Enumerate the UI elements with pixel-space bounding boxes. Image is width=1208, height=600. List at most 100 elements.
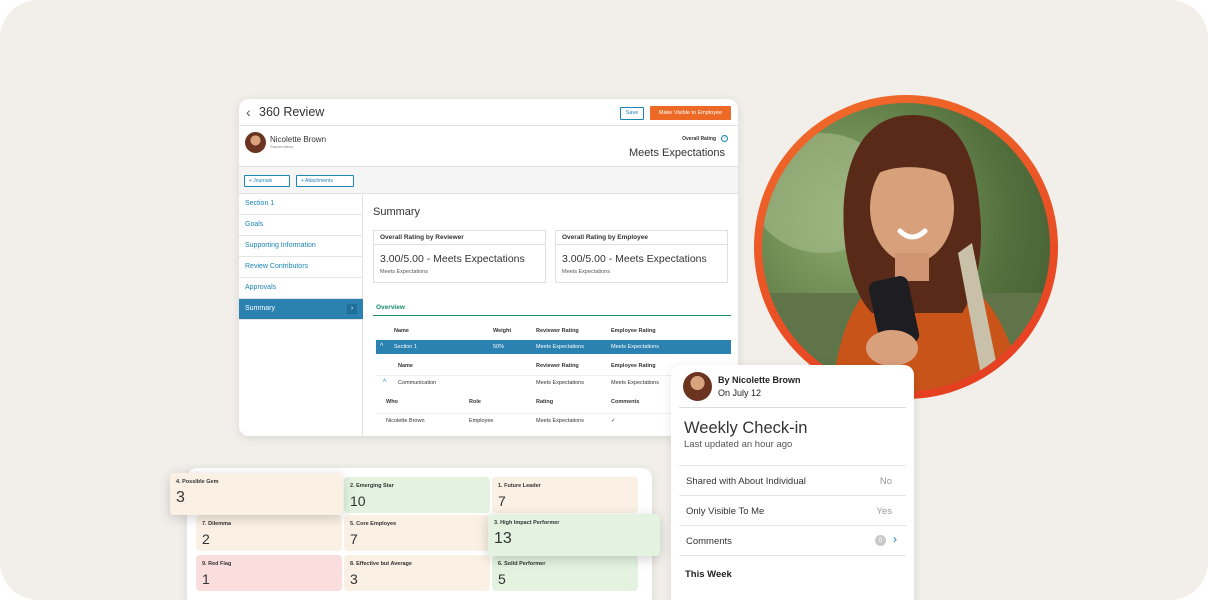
table-row[interactable]: ^ Section 1 50% Meets Expectations Meets… <box>376 340 731 354</box>
column-header: Role <box>469 399 481 405</box>
person-photo <box>762 103 1050 391</box>
cell: Nicolette Brown <box>386 418 425 424</box>
cell-title: 1. Future Leader <box>498 483 541 489</box>
review-toolbar: + Journals + Attachments <box>239 167 738 194</box>
sidebar-item-label: Summary <box>245 305 275 312</box>
collapse-icon[interactable]: ^ <box>380 340 383 354</box>
overall-rating-value: Meets Expectations <box>629 147 725 159</box>
make-visible-button[interactable]: Make Visible to Employee <box>650 106 731 120</box>
review-header: ‹ 360 Review Save Make Visible to Employ… <box>239 99 738 126</box>
comments-row[interactable]: Comments 0 › <box>679 525 906 556</box>
column-header: Reviewer Rating <box>536 328 579 334</box>
last-updated: Last updated an hour ago <box>684 439 793 450</box>
cell-count: 5 <box>498 571 506 587</box>
save-button[interactable]: Save <box>620 107 644 120</box>
cell-title: 3. High Impact Performer <box>494 520 560 526</box>
photo-ring <box>754 95 1058 399</box>
grid-cell-red-flag[interactable]: 9. Red Flag 1 <box>196 555 342 591</box>
checkin-card: By Nicolette Brown On July 12 Weekly Che… <box>671 365 914 600</box>
grid-cell-core-employee[interactable]: 5. Core Employee 7 <box>344 515 490 551</box>
box-value: 3.00/5.00 - Meets Expectations <box>380 253 525 265</box>
page-title: 360 Review <box>259 105 325 119</box>
cell-count: 13 <box>494 530 512 547</box>
cell-title: 8. Effective but Average <box>350 561 412 567</box>
sidebar-item-review-contributors[interactable]: Review Contributors <box>239 257 363 278</box>
cell-count: 10 <box>350 493 366 509</box>
cell-count: 2 <box>202 531 210 547</box>
help-icon[interactable]: ? <box>721 135 728 142</box>
section-title: This Week <box>685 569 732 580</box>
row-label: Shared with About Individual <box>686 476 806 487</box>
checkin-title: Weekly Check-in <box>684 419 808 437</box>
grid-cell-high-impact-performer[interactable]: 3. High Impact Performer 13 <box>488 514 660 556</box>
box-subtitle: Meets Expectations <box>562 269 610 275</box>
cell-title: 5. Core Employee <box>350 521 397 527</box>
person-illustration <box>762 115 1050 391</box>
shared-row[interactable]: Shared with About Individual No <box>679 465 906 495</box>
row-value: No <box>879 476 892 487</box>
cell: Communication <box>398 380 437 386</box>
row-value: Yes <box>876 506 893 517</box>
attachments-button[interactable]: + Attachments <box>296 175 354 187</box>
column-header: Name <box>398 363 413 369</box>
collapse-icon[interactable]: ^ <box>383 376 386 390</box>
checkin-date: On July 12 <box>718 388 762 398</box>
column-header: Comments <box>611 399 640 405</box>
chevron-right-icon[interactable]: › <box>893 532 897 546</box>
grid-cell-possible-gem[interactable]: 4. Possible Gem 3 <box>170 473 343 515</box>
grid-cell-dilemma[interactable]: 7. Dilemma 2 <box>196 515 342 551</box>
grid-cell-effective-but-average[interactable]: 8. Effective but Average 3 <box>344 555 490 591</box>
column-header: Name <box>394 328 409 334</box>
overall-rating-label: Overall Rating <box>682 136 716 142</box>
cell-title: 4. Possible Gem <box>176 479 219 485</box>
column-header: Employee Rating <box>611 363 656 369</box>
back-chevron-icon[interactable]: ‹ <box>246 104 251 120</box>
avatar <box>245 132 266 153</box>
sidebar-item-section-1[interactable]: Section 1 <box>239 194 363 215</box>
column-header: Reviewer Rating <box>536 363 579 369</box>
grid-cell-emerging-star[interactable]: 2. Emerging Star 10 <box>344 477 490 513</box>
column-header: Employee Rating <box>611 328 656 334</box>
box-subtitle: Meets Expectations <box>380 269 428 275</box>
visibility-row[interactable]: Only Visible To Me Yes <box>679 495 906 525</box>
employee-header: Nicolette Brown Stachenfiens Overall Rat… <box>239 126 738 167</box>
box-title: Overall Rating by Employee <box>556 231 727 245</box>
sidebar-item-summary[interactable]: Summary › <box>239 299 363 320</box>
column-header: Weight <box>493 328 512 334</box>
tab-overview[interactable]: Overview <box>376 304 405 311</box>
sidebar-item-approvals[interactable]: Approvals <box>239 278 363 299</box>
cell-count: 7 <box>350 531 358 547</box>
table-header: Name Weight Reviewer Rating Employee Rat… <box>376 324 731 338</box>
cell: 50% <box>493 344 505 350</box>
check-icon: ✓ <box>611 418 616 424</box>
row-label: Only Visible To Me <box>686 506 765 517</box>
review-sidebar: Section 1 Goals Supporting Information R… <box>239 194 363 436</box>
sidebar-item-supporting-information[interactable]: Supporting Information <box>239 236 363 257</box>
cell: Meets Expectations <box>536 344 584 350</box>
row-label: Comments <box>686 536 732 547</box>
grid-cell-future-leader[interactable]: 1. Future Leader 7 <box>492 477 638 513</box>
employee-name: Nicolette Brown <box>270 135 327 144</box>
journals-button[interactable]: + Journals <box>244 175 290 187</box>
cell-count: 7 <box>498 493 506 509</box>
box-value: 3.00/5.00 - Meets Expectations <box>562 253 707 265</box>
divider <box>679 407 906 408</box>
column-header: Rating <box>536 399 554 405</box>
author-name: By Nicolette Brown <box>718 375 801 385</box>
tab-underline <box>373 315 731 316</box>
grid-cell-solid-performer[interactable]: 6. Solid Performer 5 <box>492 555 638 591</box>
sidebar-item-goals[interactable]: Goals <box>239 215 363 236</box>
box-title: Overall Rating by Reviewer <box>374 231 545 245</box>
employee-subtitle: Stachenfiens <box>270 144 294 149</box>
chevron-right-icon: › <box>347 304 357 314</box>
cell-title: 2. Emerging Star <box>350 483 394 489</box>
cell-count: 1 <box>202 571 210 587</box>
cell-title: 6. Solid Performer <box>498 561 546 567</box>
comments-count-badge: 0 <box>875 535 886 546</box>
reviewer-rating-box: Overall Rating by Reviewer 3.00/5.00 - M… <box>373 230 546 283</box>
cell-title: 9. Red Flag <box>202 561 232 567</box>
summary-title: Summary <box>373 206 421 218</box>
cell-count: 3 <box>176 489 185 506</box>
avatar <box>683 372 712 401</box>
review-window: ‹ 360 Review Save Make Visible to Employ… <box>239 99 738 436</box>
